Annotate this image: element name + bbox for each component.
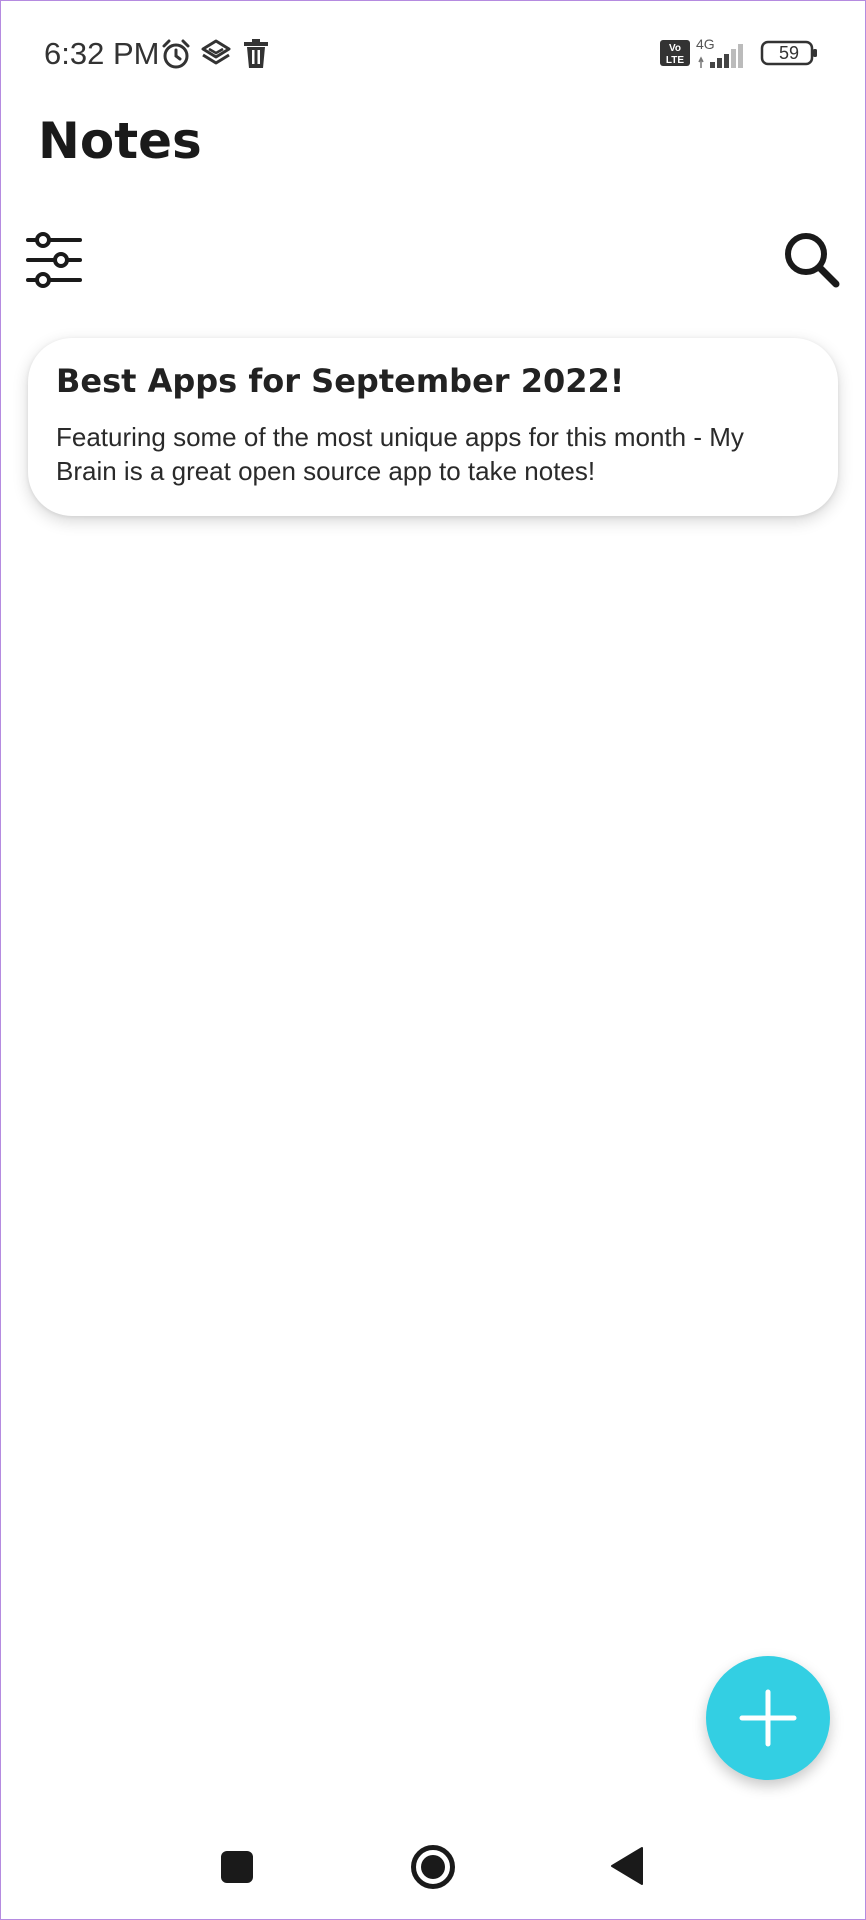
recents-button[interactable] [220,1850,254,1887]
status-time: 6:32 PM [44,36,160,71]
home-circle-icon [410,1845,456,1893]
note-body: Featuring some of the most unique apps f… [56,422,744,486]
back-triangle-icon [610,1847,644,1889]
signal-icon [696,40,750,75]
alarm-icon [160,38,192,75]
svg-text:LTE: LTE [666,55,684,66]
page-title: Notes [38,112,202,170]
search-button[interactable] [782,230,842,293]
screen-border [0,0,866,1920]
filter-button[interactable] [26,232,82,291]
svg-text:Vo: Vo [669,43,681,54]
sliders-icon [26,232,82,291]
add-note-button[interactable] [706,1656,830,1780]
battery-level: 59 [778,43,800,63]
search-icon [782,233,842,293]
recents-square-icon [220,1851,254,1887]
volte-icon: Vo LTE [660,38,690,73]
back-button[interactable] [610,1846,644,1889]
home-button[interactable] [410,1844,456,1893]
note-card[interactable]: Best Apps for September 2022! Featuring … [28,338,838,516]
layers-icon [200,38,232,75]
system-nav-bar [0,1810,866,1920]
note-title: Best Apps for September 2022! [56,362,625,400]
status-bar: 6:32 PM Vo LTE 4G 59 [0,0,866,110]
trash-icon [242,38,270,75]
